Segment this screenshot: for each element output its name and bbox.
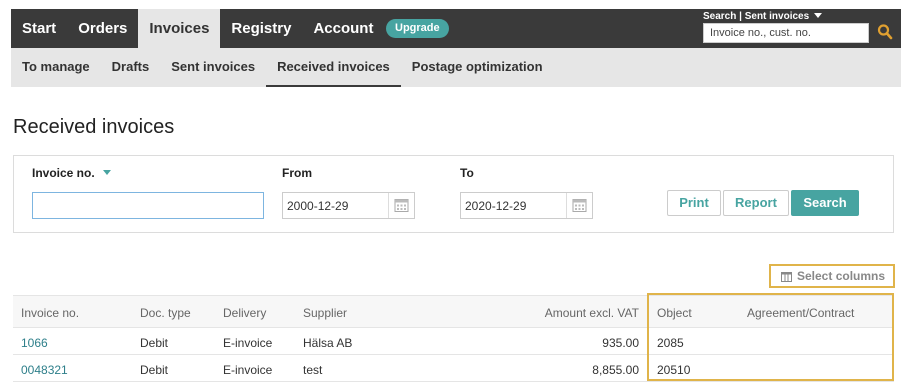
chevron-down-icon — [102, 170, 111, 175]
nav-account[interactable]: Account — [302, 9, 384, 48]
from-date-input[interactable] — [283, 193, 389, 218]
tab-postage-optimization[interactable]: Postage optimization — [401, 48, 554, 87]
to-date-field — [460, 192, 593, 219]
invoice-number-link[interactable]: 1066 — [21, 336, 48, 350]
filter-panel: Invoice no. From To Print Report Search — [13, 155, 894, 233]
invoice-field-selector[interactable]: Invoice no. — [32, 166, 111, 180]
column-header-invoice-no[interactable]: Invoice no. — [21, 306, 79, 320]
column-header-supplier[interactable]: Supplier — [303, 306, 347, 320]
to-label: To — [460, 166, 474, 180]
column-header-delivery[interactable]: Delivery — [223, 306, 266, 320]
column-header-agreement[interactable]: Agreement/Contract — [747, 306, 854, 320]
supplier-cell: test — [303, 363, 323, 377]
column-header-amount[interactable]: Amount excl. VAT — [503, 306, 639, 320]
table-row[interactable]: 1066 Debit E-invoice Hälsa AB 935.00 208… — [13, 328, 894, 355]
from-date-field — [282, 192, 415, 219]
from-label: From — [282, 166, 312, 180]
columns-icon — [781, 272, 792, 282]
delivery-cell: E-invoice — [223, 363, 273, 377]
search-button[interactable]: Search — [791, 190, 859, 216]
table-row[interactable]: 0048321 Debit E-invoice test 8,855.00 20… — [13, 355, 894, 382]
chevron-down-icon — [814, 13, 823, 18]
tab-to-manage[interactable]: To manage — [11, 48, 101, 87]
column-header-doc-type[interactable]: Doc. type — [140, 306, 191, 320]
calendar-icon[interactable] — [572, 197, 587, 213]
search-icon[interactable] — [877, 23, 893, 41]
tab-drafts[interactable]: Drafts — [101, 48, 161, 87]
doc-type-cell: Debit — [140, 363, 169, 377]
calendar-icon[interactable] — [394, 197, 409, 213]
column-header-object[interactable]: Object — [657, 306, 692, 320]
object-cell: 20510 — [657, 363, 691, 377]
nav-registry[interactable]: Registry — [220, 9, 302, 48]
amount-cell: 8,855.00 — [592, 363, 639, 377]
page-title: Received invoices — [13, 116, 175, 138]
to-date-input[interactable] — [461, 193, 567, 218]
invoices-table: Invoice no. Doc. type Delivery Supplier … — [13, 295, 894, 382]
global-search-input[interactable] — [703, 23, 869, 43]
invoice-number-link[interactable]: 0048321 — [21, 363, 68, 377]
select-columns-button[interactable]: Select columns — [769, 264, 895, 288]
search-scope-label: Search | Sent invoices — [703, 11, 810, 22]
doc-type-cell: Debit — [140, 336, 169, 350]
tab-sent-invoices[interactable]: Sent invoices — [160, 48, 266, 87]
object-cell: 2085 — [657, 336, 684, 350]
sub-navigation-bar: To manage Drafts Sent invoices Received … — [11, 48, 901, 87]
upgrade-badge[interactable]: Upgrade — [386, 19, 449, 38]
tab-received-invoices[interactable]: Received invoices — [266, 48, 401, 87]
table-header-row: Invoice no. Doc. type Delivery Supplier … — [13, 295, 894, 328]
search-scope-dropdown[interactable]: Search | Sent invoices — [703, 11, 823, 22]
top-navigation-bar: Start Orders Invoices Registry Account U… — [11, 9, 901, 48]
select-columns-label: Select columns — [797, 269, 886, 283]
nav-start[interactable]: Start — [11, 9, 67, 48]
delivery-cell: E-invoice — [223, 336, 273, 350]
amount-cell: 935.00 — [602, 336, 639, 350]
report-button[interactable]: Report — [723, 190, 789, 216]
print-button[interactable]: Print — [667, 190, 721, 216]
sub-nav-menu: To manage Drafts Sent invoices Received … — [11, 48, 901, 87]
supplier-cell: Hälsa AB — [303, 336, 353, 350]
top-nav-menu: Start Orders Invoices Registry Account — [11, 9, 384, 48]
invoice-number-input[interactable] — [32, 192, 264, 219]
invoice-field-label: Invoice no. — [32, 166, 95, 180]
nav-orders[interactable]: Orders — [67, 9, 138, 48]
nav-invoices[interactable]: Invoices — [138, 9, 221, 48]
